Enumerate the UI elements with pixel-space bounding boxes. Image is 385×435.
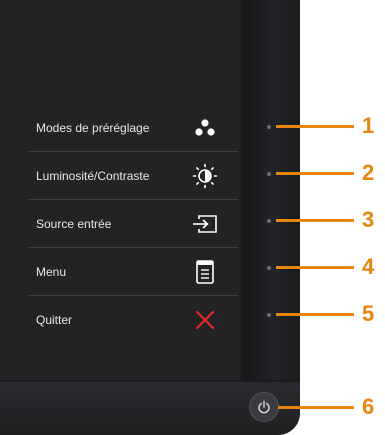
menu-item-label: Luminosité/Contraste	[36, 168, 150, 183]
input-source-icon	[190, 209, 220, 239]
exit-icon	[190, 305, 220, 335]
callout-number-3: 3	[362, 207, 375, 232]
menu-item-label: Quitter	[36, 312, 73, 327]
menu-item-exit[interactable]: Quitter	[28, 296, 238, 343]
callout-number-5: 5	[362, 301, 375, 326]
monitor: Modes de préréglage Luminosité/Contraste	[0, 0, 300, 435]
button-2[interactable]	[267, 172, 271, 176]
callout-line	[276, 125, 354, 128]
button-5[interactable]	[267, 313, 271, 317]
callout-number-6: 6	[362, 394, 375, 419]
callout-number-4: 4	[362, 254, 375, 279]
preset-modes-icon	[190, 113, 220, 143]
menu-item-label: Modes de préréglage	[36, 120, 150, 135]
power-button[interactable]	[249, 392, 279, 422]
menu-item-menu[interactable]: Menu	[28, 248, 238, 296]
menu-icon	[190, 257, 220, 287]
menu-item-label: Source entrée	[36, 216, 112, 231]
osd-menu: Modes de préréglage Luminosité/Contraste	[28, 104, 238, 343]
right-bezel	[243, 0, 300, 380]
callout-number-1: 1	[362, 113, 375, 138]
button-3[interactable]	[267, 219, 271, 223]
callout-line	[276, 313, 354, 316]
callout-number-2: 2	[362, 160, 375, 185]
monitor-screen: Modes de préréglage Luminosité/Contraste	[0, 0, 240, 380]
callout-line	[276, 219, 354, 222]
callout-line	[278, 406, 354, 409]
brightness-contrast-icon	[190, 161, 220, 191]
callout-line	[276, 266, 354, 269]
button-1[interactable]	[267, 125, 271, 129]
menu-item-brightness-contrast[interactable]: Luminosité/Contraste	[28, 152, 238, 200]
callout-line	[276, 172, 354, 175]
menu-item-preset-modes[interactable]: Modes de préréglage	[28, 104, 238, 152]
menu-item-label: Menu	[36, 264, 67, 279]
button-4[interactable]	[267, 266, 271, 270]
menu-item-input-source[interactable]: Source entrée	[28, 200, 238, 248]
power-icon	[258, 400, 270, 414]
